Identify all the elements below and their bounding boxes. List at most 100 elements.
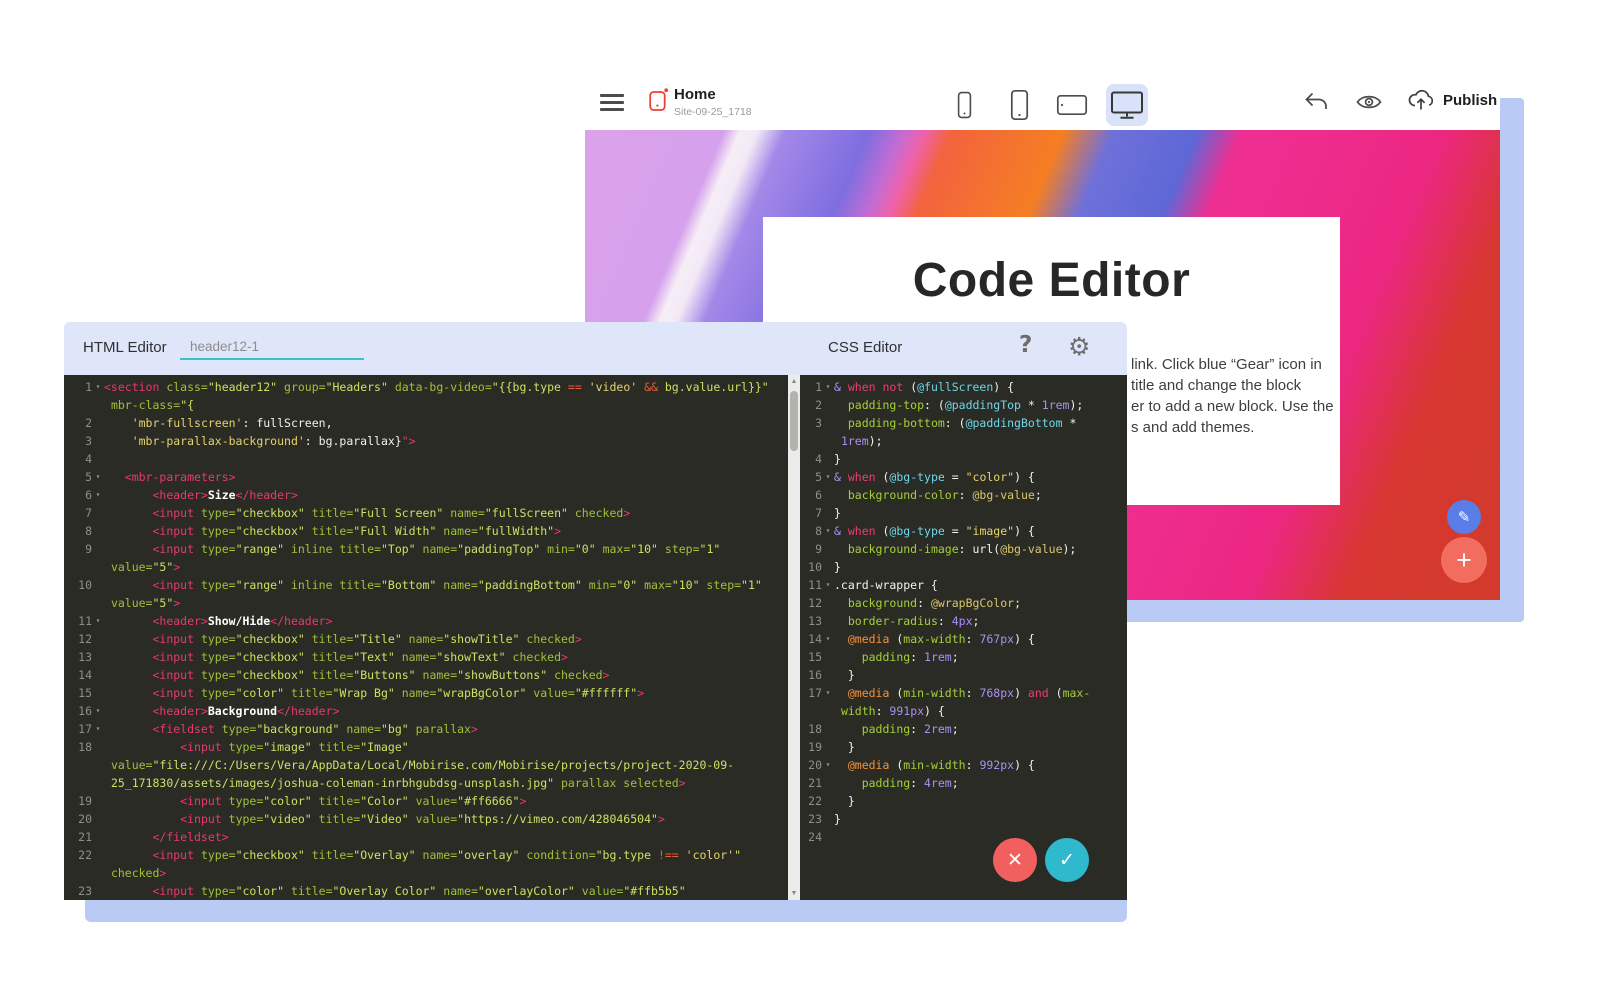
- fold-spacer: [92, 540, 104, 558]
- code-line: 10 <input type="range" inline title="Bot…: [64, 576, 788, 594]
- fold-spacer: [92, 738, 104, 756]
- scroll-down-icon[interactable]: ▼: [788, 890, 800, 897]
- publish-label: Publish: [1443, 92, 1497, 109]
- device-tablet-button[interactable]: [1051, 84, 1093, 126]
- fold-toggle-icon[interactable]: ▾: [92, 702, 104, 720]
- fold-toggle-icon[interactable]: ▾: [822, 522, 834, 540]
- fold-toggle-icon[interactable]: ▾: [92, 486, 104, 504]
- fold-toggle-icon[interactable]: ▾: [822, 756, 834, 774]
- fold-toggle-icon[interactable]: ▾: [92, 468, 104, 486]
- css-editor-label: CSS Editor: [828, 339, 902, 356]
- code-line: 14 <input type="checkbox" title="Buttons…: [64, 666, 788, 684]
- fold-spacer: [822, 828, 834, 846]
- fold-toggle-icon[interactable]: ▾: [92, 612, 104, 630]
- hero-title: Code Editor: [763, 253, 1340, 308]
- apply-button[interactable]: ✓: [1045, 838, 1089, 882]
- code-line: 21 </fieldset>: [64, 828, 788, 846]
- line-number: 21: [64, 828, 92, 846]
- fold-toggle-icon[interactable]: ▾: [822, 378, 834, 396]
- fold-spacer: [822, 612, 834, 630]
- fold-spacer: [822, 810, 834, 828]
- publish-button[interactable]: Publish: [1407, 88, 1497, 112]
- scrollbar-thumb[interactable]: [790, 391, 798, 451]
- html-pane-scrollbar[interactable]: ▲ ▼: [788, 375, 800, 900]
- cancel-button[interactable]: ✕: [993, 838, 1037, 882]
- fold-toggle-icon[interactable]: ▾: [92, 378, 104, 396]
- fold-spacer: [92, 864, 104, 882]
- help-icon: ?: [1019, 332, 1032, 358]
- code-line: 22 <input type="checkbox" title="Overlay…: [64, 846, 788, 864]
- line-number: [64, 594, 92, 612]
- help-button[interactable]: ?: [1019, 332, 1032, 358]
- line-number: 15: [800, 648, 822, 666]
- line-number: [64, 396, 92, 414]
- desktop-icon: [1110, 90, 1144, 120]
- code-line: value="5">: [64, 558, 788, 576]
- css-code-pane[interactable]: 1▾& when not (@fullScreen) {2 padding-to…: [800, 375, 1127, 900]
- preview-button[interactable]: [1356, 93, 1382, 111]
- code-line: 5▾& when (@bg-type = "color") {: [800, 468, 1127, 486]
- line-number: [800, 702, 822, 720]
- settings-button[interactable]: ⚙: [1068, 332, 1090, 361]
- undo-icon: [1303, 90, 1329, 114]
- code-line: 7}: [800, 504, 1127, 522]
- fold-spacer: [92, 756, 104, 774]
- line-number: 10: [64, 576, 92, 594]
- phone-small-icon: [957, 91, 972, 119]
- undo-button[interactable]: [1303, 90, 1329, 114]
- code-line: 2 padding-top: (@paddingTop * 1rem);: [800, 396, 1127, 414]
- code-line: 8▾& when (@bg-type = "image") {: [800, 522, 1127, 540]
- device-phone-large-button[interactable]: [998, 84, 1040, 126]
- edit-block-button[interactable]: ✎: [1447, 500, 1481, 534]
- eye-icon: [1356, 93, 1382, 111]
- fold-spacer: [92, 414, 104, 432]
- fold-toggle-icon[interactable]: ▾: [822, 576, 834, 594]
- line-number: [64, 864, 92, 882]
- line-number: 14: [800, 630, 822, 648]
- site-name: Site-09-25_1718: [674, 106, 752, 118]
- publish-cloud-icon: [1407, 88, 1435, 112]
- line-number: 16: [800, 666, 822, 684]
- fold-spacer: [822, 720, 834, 738]
- code-line: 9 background-image: url(@bg-value);: [800, 540, 1127, 558]
- menu-button[interactable]: [600, 94, 626, 114]
- fold-toggle-icon[interactable]: ▾: [92, 720, 104, 738]
- line-number: 8: [800, 522, 822, 540]
- fold-toggle-icon[interactable]: ▾: [822, 630, 834, 648]
- device-desktop-button[interactable]: [1106, 84, 1148, 126]
- code-line: 20 <input type="video" title="Video" val…: [64, 810, 788, 828]
- fold-spacer: [822, 540, 834, 558]
- scroll-up-icon[interactable]: ▲: [788, 378, 800, 385]
- fold-spacer: [92, 576, 104, 594]
- fold-toggle-icon[interactable]: ▾: [822, 468, 834, 486]
- block-name-input[interactable]: header12-1: [180, 334, 364, 360]
- line-number: 1: [800, 378, 822, 396]
- line-number: 9: [64, 540, 92, 558]
- hero-text-line: er to add a new block. Use the: [1131, 396, 1334, 417]
- line-number: 22: [800, 792, 822, 810]
- fold-toggle-icon[interactable]: ▾: [822, 684, 834, 702]
- html-code-pane[interactable]: 1▾<section class="header12" group="Heade…: [64, 375, 788, 900]
- code-editor-header: HTML Editor header12-1 CSS Editor ? ⚙: [64, 322, 1127, 375]
- code-line: 1▾& when not (@fullScreen) {: [800, 378, 1127, 396]
- add-block-button[interactable]: +: [1441, 537, 1487, 583]
- pencil-icon: ✎: [1458, 508, 1471, 526]
- fold-spacer: [822, 792, 834, 810]
- line-number: 17: [800, 684, 822, 702]
- fold-spacer: [92, 450, 104, 468]
- device-phone-small-button[interactable]: [943, 84, 985, 126]
- page-title-block[interactable]: Home Site-09-25_1718: [674, 86, 752, 118]
- code-line: 5▾ <mbr-parameters>: [64, 468, 788, 486]
- line-number: 11: [800, 576, 822, 594]
- code-line: 1▾<section class="header12" group="Heade…: [64, 378, 788, 396]
- code-line: 25_171830/assets/images/joshua-coleman-i…: [64, 774, 788, 792]
- code-line: 17▾ <fieldset type="background" name="bg…: [64, 720, 788, 738]
- line-number: 7: [800, 504, 822, 522]
- fold-spacer: [92, 684, 104, 702]
- code-line: 19 <input type="color" title="Color" val…: [64, 792, 788, 810]
- phone-large-icon: [1010, 89, 1029, 121]
- code-line: checked>: [64, 864, 788, 882]
- fold-spacer: [92, 648, 104, 666]
- line-number: 5: [64, 468, 92, 486]
- html-editor-label: HTML Editor: [83, 339, 167, 356]
